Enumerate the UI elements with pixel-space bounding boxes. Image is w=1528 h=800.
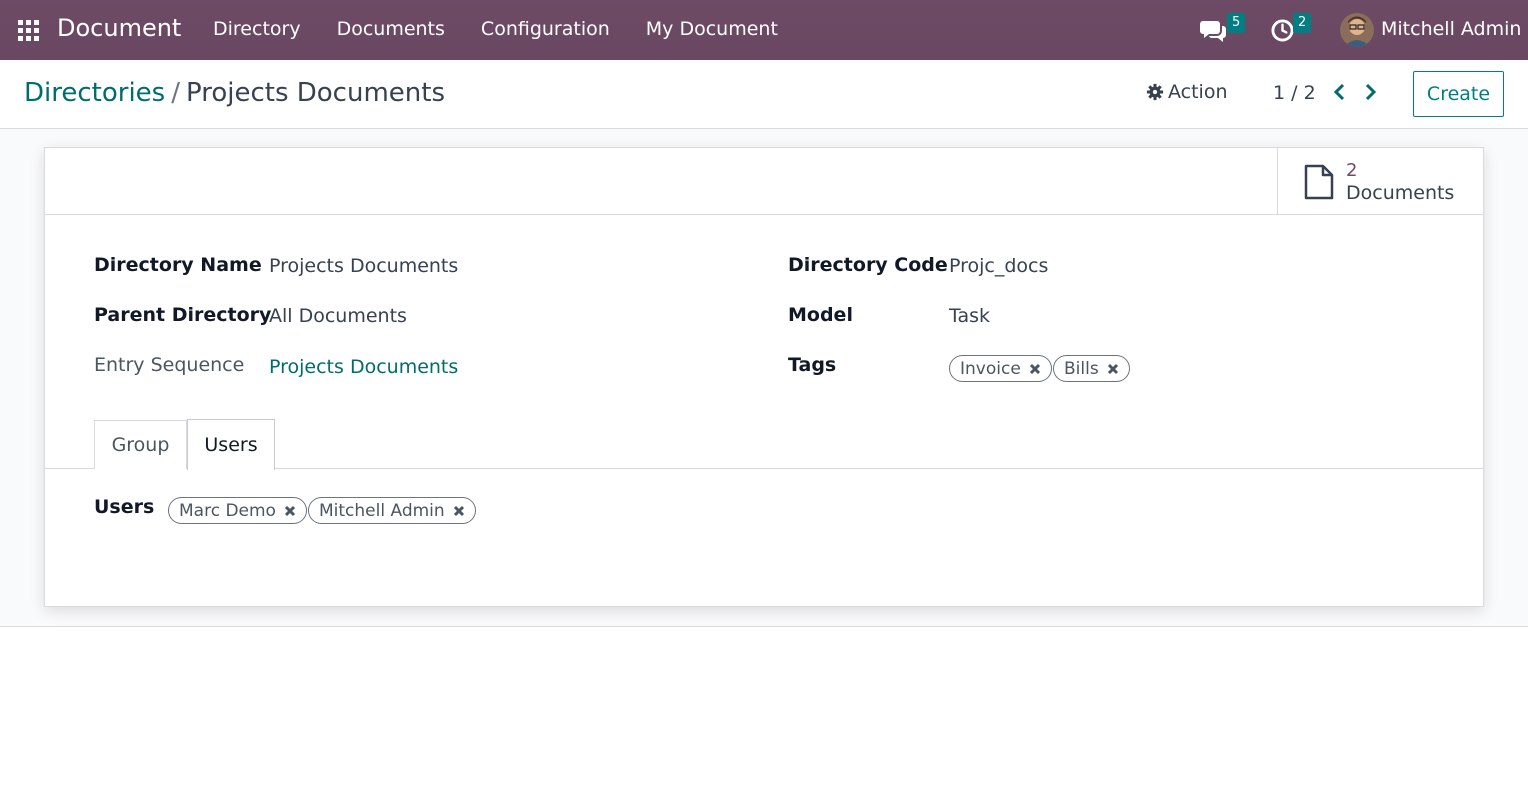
documents-label: Documents xyxy=(1346,182,1455,204)
user-avatar[interactable] xyxy=(1340,13,1374,47)
remove-tag-icon[interactable] xyxy=(1029,363,1041,375)
tag-label: Bills xyxy=(1064,358,1099,379)
breadcrumb-directories-link[interactable]: Directories xyxy=(24,78,165,108)
documents-count: 2 xyxy=(1346,160,1358,181)
remove-tag-icon[interactable] xyxy=(1107,363,1119,375)
tags-label: Tags xyxy=(788,354,837,376)
control-panel: Directories / Projects Documents Action 1 … xyxy=(0,60,1528,129)
directory-code-label: Directory Code xyxy=(788,254,948,276)
breadcrumb-separator: / xyxy=(171,78,180,108)
smart-button-box: 2 Documents xyxy=(45,148,1483,215)
chevron-right-icon[interactable] xyxy=(1363,82,1379,102)
top-navbar: Document Directory Documents Configurati… xyxy=(0,0,1528,60)
breadcrumb-current: Projects Documents xyxy=(185,78,445,108)
directory-name-value: Projects Documents xyxy=(269,255,459,277)
tag-label: Mitchell Admin xyxy=(319,500,445,521)
tag-label: Invoice xyxy=(960,358,1021,379)
entry-sequence-link[interactable]: Projects Documents xyxy=(269,356,458,378)
tab-users[interactable]: Users xyxy=(187,419,275,470)
create-button[interactable]: Create xyxy=(1413,71,1504,117)
activities-count-badge: 2 xyxy=(1293,13,1312,33)
documents-smart-button[interactable]: 2 Documents xyxy=(1277,148,1483,214)
user-tag-marc-demo: Marc Demo xyxy=(168,497,307,524)
remove-user-icon[interactable] xyxy=(284,505,296,517)
messages-count-badge: 5 xyxy=(1227,13,1246,33)
action-label: Action xyxy=(1168,81,1228,103)
tag-invoice: Invoice xyxy=(949,355,1052,382)
breadcrumb: Directories / Projects Documents xyxy=(24,78,445,108)
user-tag-mitchell-admin: Mitchell Admin xyxy=(308,497,476,524)
tag-bills: Bills xyxy=(1053,355,1130,382)
model-label: Model xyxy=(788,304,853,326)
form-sheet: 2 Documents Directory Name Projects Docu… xyxy=(44,147,1484,607)
remove-user-icon[interactable] xyxy=(453,505,465,517)
activity-clock-icon[interactable] xyxy=(1271,19,1294,42)
users-label: Users xyxy=(94,496,155,518)
model-value: Task xyxy=(949,305,991,327)
pager-value[interactable]: 1 / 2 xyxy=(1273,82,1316,104)
entry-sequence-label: Entry Sequence xyxy=(94,354,245,376)
parent-directory-value: All Documents xyxy=(269,305,407,327)
app-title[interactable]: Document xyxy=(57,14,181,42)
action-button[interactable]: Action xyxy=(1146,81,1228,103)
file-icon xyxy=(1304,164,1334,200)
messages-icon[interactable] xyxy=(1199,19,1227,43)
menu-item-my-document[interactable]: My Document xyxy=(646,18,778,40)
directory-name-label: Directory Name xyxy=(94,254,262,276)
gear-icon xyxy=(1146,83,1164,101)
user-menu-name[interactable]: Mitchell Admin xyxy=(1381,18,1521,40)
tab-group[interactable]: Group xyxy=(94,420,187,469)
menu-item-documents[interactable]: Documents xyxy=(337,18,445,40)
chevron-left-icon[interactable] xyxy=(1331,82,1347,102)
notebook-tabs: Group Users xyxy=(45,419,1483,470)
directory-code-value: Projc_docs xyxy=(949,255,1049,277)
main-menu: Directory Documents Configuration My Doc… xyxy=(213,18,814,40)
parent-directory-label: Parent Directory xyxy=(94,304,272,326)
menu-item-directory[interactable]: Directory xyxy=(213,18,301,40)
menu-item-configuration[interactable]: Configuration xyxy=(481,18,610,40)
tag-label: Marc Demo xyxy=(179,500,276,521)
apps-grid-icon[interactable] xyxy=(18,20,39,41)
